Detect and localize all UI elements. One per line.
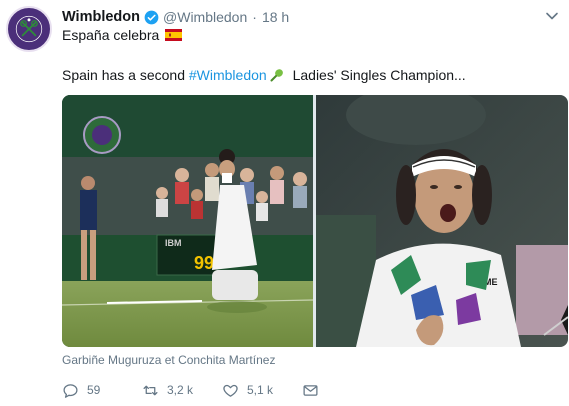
- author-name[interactable]: Wimbledon: [62, 9, 140, 25]
- reply-count: 59: [87, 383, 101, 397]
- tweet-text-line-2: Spain has a second #Wimbledon Ladies' Si…: [62, 67, 466, 83]
- reply-button[interactable]: 59: [62, 382, 142, 399]
- tweet-text-prefix: Spain has a second: [62, 67, 189, 83]
- retweet-count: 3,2 k: [167, 383, 194, 397]
- hashtag-link[interactable]: #Wimbledon: [189, 67, 267, 83]
- tweet-card[interactable]: Wimbledon @Wimbledon · 18 h España celeb…: [0, 0, 569, 406]
- tweet-timestamp[interactable]: 18 h: [262, 9, 289, 25]
- direct-message-button[interactable]: [302, 382, 342, 399]
- media-grid[interactable]: IBM 99: [62, 95, 568, 347]
- photo-muguruza-image: IBM 99: [62, 95, 313, 347]
- retweet-icon: [143, 385, 158, 395]
- envelope-icon: [303, 384, 318, 396]
- wimbledon-logo-icon: [8, 8, 50, 50]
- author-handle[interactable]: @Wimbledon: [163, 9, 247, 25]
- photo-muguruza[interactable]: IBM 99: [62, 95, 313, 347]
- reply-icon: [63, 383, 78, 398]
- photo-martinez[interactable]: KELME: [316, 95, 568, 347]
- tweet-text-suffix: Ladies' Singles Champion...: [288, 67, 466, 83]
- tweet-actions: 59 3,2 k 5,1 k: [62, 381, 342, 399]
- chevron-down-icon[interactable]: [545, 9, 559, 23]
- tennis-racket-icon: [270, 69, 283, 82]
- verified-badge-icon: [144, 10, 159, 24]
- scoreboard-number: 99: [194, 253, 214, 273]
- tweet-text-espana: España celebra: [62, 27, 160, 43]
- spain-flag-icon: [165, 29, 183, 41]
- retweet-button[interactable]: 3,2 k: [142, 382, 222, 399]
- author-avatar[interactable]: [6, 6, 52, 52]
- scoreboard-sponsor: IBM: [165, 238, 182, 248]
- separator-dot: ·: [252, 9, 257, 25]
- tweet-text-line-1: España celebra: [62, 27, 183, 43]
- photo-martinez-image: KELME: [316, 95, 568, 347]
- like-button[interactable]: 5,1 k: [222, 382, 302, 399]
- tweet-header: Wimbledon @Wimbledon · 18 h: [62, 7, 289, 27]
- media-caption: Garbiñe Muguruza et Conchita Martínez: [62, 353, 276, 367]
- like-count: 5,1 k: [247, 383, 274, 397]
- heart-icon: [223, 384, 238, 397]
